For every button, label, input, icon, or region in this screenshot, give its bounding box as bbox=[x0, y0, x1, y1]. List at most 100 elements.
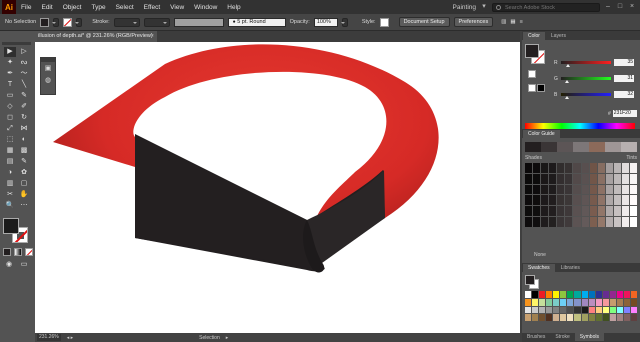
guide-swatch[interactable] bbox=[605, 206, 613, 217]
guide-swatch[interactable] bbox=[573, 206, 581, 217]
color-swatch[interactable] bbox=[588, 291, 595, 298]
tab-color[interactable]: Color bbox=[523, 32, 545, 40]
color-fill-stroke[interactable] bbox=[525, 44, 547, 66]
guide-swatch[interactable] bbox=[597, 217, 605, 227]
variable-width-dropdown[interactable] bbox=[143, 17, 170, 27]
swatch-fill-box[interactable] bbox=[525, 275, 535, 285]
color-swatch[interactable] bbox=[560, 306, 567, 314]
color-swatch[interactable] bbox=[595, 306, 602, 314]
pencil-tool-icon[interactable]: ✐ bbox=[18, 102, 30, 112]
tab-swatches[interactable]: Swatches bbox=[523, 264, 555, 272]
color-swatch[interactable] bbox=[525, 298, 532, 306]
menu-view[interactable]: View bbox=[165, 4, 189, 11]
g-slider[interactable] bbox=[561, 77, 611, 83]
color-guide-grid[interactable] bbox=[525, 163, 637, 227]
color-swatch[interactable] bbox=[560, 298, 567, 306]
guide-swatch[interactable] bbox=[549, 173, 557, 184]
tab-symbols[interactable]: Symbols bbox=[574, 333, 604, 341]
guide-swatch[interactable] bbox=[589, 206, 597, 217]
mesh-tool-icon[interactable]: ▩ bbox=[18, 146, 30, 156]
toolbar-grip[interactable] bbox=[2, 42, 31, 45]
rotate-tool-icon[interactable]: ↻ bbox=[18, 113, 30, 123]
guide-swatch[interactable] bbox=[533, 206, 541, 217]
guide-swatch[interactable] bbox=[565, 217, 573, 227]
tab-layers[interactable]: Layers bbox=[546, 32, 571, 40]
guide-swatch[interactable] bbox=[541, 173, 549, 184]
g-value[interactable]: 31 bbox=[614, 75, 634, 82]
color-swatch[interactable] bbox=[623, 291, 630, 298]
menu-type[interactable]: Type bbox=[86, 4, 110, 11]
guide-swatch[interactable] bbox=[621, 217, 629, 227]
pathfinder-icon[interactable]: ◍ bbox=[43, 76, 53, 86]
guide-swatch[interactable] bbox=[557, 163, 565, 173]
harmony-strip[interactable] bbox=[525, 142, 637, 152]
close-icon[interactable]: × bbox=[628, 3, 636, 11]
color-swatch[interactable] bbox=[623, 314, 630, 321]
stroke-label[interactable]: Stroke: bbox=[92, 19, 109, 25]
menu-help[interactable]: Help bbox=[222, 4, 245, 11]
none-mode-button[interactable] bbox=[25, 248, 33, 256]
workspace-switcher[interactable]: Painting bbox=[453, 4, 477, 11]
menu-effect[interactable]: Effect bbox=[139, 4, 166, 11]
opacity-dropdown[interactable] bbox=[340, 17, 348, 27]
color-mode-button[interactable] bbox=[3, 248, 11, 256]
guide-swatch[interactable] bbox=[621, 173, 629, 184]
guide-swatch[interactable] bbox=[525, 206, 533, 217]
hex-field[interactable]: 231F20 bbox=[612, 110, 637, 117]
guide-swatch[interactable] bbox=[525, 195, 533, 206]
r-slider[interactable] bbox=[561, 61, 611, 67]
color-swatch[interactable] bbox=[532, 298, 539, 306]
color-swatch[interactable] bbox=[588, 298, 595, 306]
guide-swatch[interactable] bbox=[613, 217, 621, 227]
menu-window[interactable]: Window bbox=[189, 4, 222, 11]
color-swatch[interactable] bbox=[609, 298, 616, 306]
color-swatch[interactable] bbox=[616, 314, 623, 321]
menu-edit[interactable]: Edit bbox=[36, 4, 57, 11]
stroke-dropdown[interactable] bbox=[75, 17, 83, 27]
chevron-down-icon[interactable]: ▾ bbox=[480, 3, 488, 11]
transform-icon[interactable]: ▦ bbox=[510, 19, 515, 25]
screen-mode-icon[interactable]: ▭ bbox=[18, 260, 30, 270]
white-swatch[interactable] bbox=[528, 84, 536, 92]
color-swatch[interactable] bbox=[602, 291, 609, 298]
artboard-nav-icon[interactable]: ◂ ▸ bbox=[67, 335, 73, 341]
color-swatch[interactable] bbox=[567, 298, 574, 306]
graphic-style-swatch[interactable] bbox=[379, 17, 389, 27]
guide-swatch[interactable] bbox=[533, 184, 541, 195]
guide-swatch[interactable] bbox=[525, 217, 533, 227]
close-document-icon[interactable]: × bbox=[151, 31, 154, 42]
paintbrush-tool-icon[interactable]: ✎ bbox=[18, 91, 30, 101]
color-swatch[interactable] bbox=[525, 291, 532, 298]
magic-wand-tool-icon[interactable]: ✦ bbox=[4, 58, 16, 68]
brush-style-dropdown[interactable]: ● 5 pt. Round bbox=[227, 17, 286, 27]
color-swatch[interactable] bbox=[595, 291, 602, 298]
guide-swatch[interactable] bbox=[597, 163, 605, 173]
color-swatch[interactable] bbox=[602, 306, 609, 314]
guide-swatch[interactable] bbox=[613, 206, 621, 217]
opacity-label[interactable]: Opacity: bbox=[290, 19, 310, 25]
guide-swatch[interactable] bbox=[629, 173, 637, 184]
color-swatch[interactable] bbox=[623, 298, 630, 306]
guide-swatch[interactable] bbox=[621, 195, 629, 206]
color-swatch[interactable] bbox=[609, 306, 616, 314]
guide-swatch[interactable] bbox=[565, 163, 573, 173]
guide-swatch[interactable] bbox=[573, 217, 581, 227]
guide-swatch[interactable] bbox=[605, 195, 613, 206]
guide-swatch[interactable] bbox=[557, 206, 565, 217]
tab-libraries[interactable]: Libraries bbox=[556, 264, 585, 272]
guide-swatch[interactable] bbox=[605, 184, 613, 195]
color-swatch[interactable] bbox=[630, 291, 637, 298]
black-swatch[interactable] bbox=[537, 84, 545, 92]
guide-swatch[interactable] bbox=[589, 173, 597, 184]
guide-swatch[interactable] bbox=[573, 195, 581, 206]
perspective-grid-tool-icon[interactable]: ▦ bbox=[4, 146, 16, 156]
guide-swatch[interactable] bbox=[549, 195, 557, 206]
guide-swatch[interactable] bbox=[541, 206, 549, 217]
gradient-mode-button[interactable] bbox=[14, 248, 22, 256]
guide-swatch[interactable] bbox=[621, 163, 629, 173]
color-swatch[interactable] bbox=[546, 298, 553, 306]
color-swatch[interactable] bbox=[581, 314, 588, 321]
scale-tool-icon[interactable]: ⤢ bbox=[4, 124, 16, 134]
color-swatch[interactable] bbox=[546, 306, 553, 314]
color-swatch[interactable] bbox=[574, 298, 581, 306]
